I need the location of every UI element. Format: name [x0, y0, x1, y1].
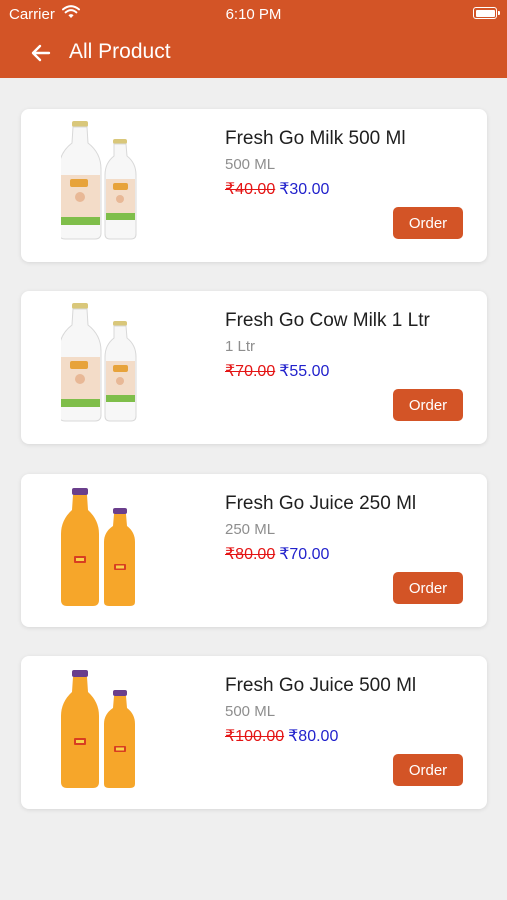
old-price: ₹40.00 [225, 181, 276, 198]
order-button[interactable]: Order [393, 572, 463, 604]
back-arrow-icon[interactable] [30, 42, 52, 64]
product-name: Fresh Go Cow Milk 1 Ltr [225, 310, 430, 331]
product-card[interactable]: Fresh Go Juice 250 Ml 250 ML ₹80.00 ₹70.0… [21, 474, 487, 627]
price: ₹70.00 [279, 546, 330, 563]
battery-icon [473, 7, 500, 19]
old-price: ₹100.00 [225, 728, 285, 745]
product-prices: ₹100.00 ₹80.00 [225, 726, 338, 746]
order-button[interactable]: Order [393, 207, 463, 239]
status-bar: Carrier 6:10 PM [0, 0, 507, 28]
order-button[interactable]: Order [393, 754, 463, 786]
old-price: ₹80.00 [225, 546, 276, 563]
product-card[interactable]: Fresh Go Milk 500 Ml 500 ML ₹40.00 ₹30.00… [21, 109, 487, 262]
product-quantity: 1 Ltr [225, 338, 256, 355]
page-title: All Product [69, 40, 171, 63]
app-bar: All Product [0, 28, 507, 78]
order-button[interactable]: Order [393, 389, 463, 421]
price: ₹80.00 [288, 728, 339, 745]
clock: 6:10 PM [225, 6, 282, 23]
product-name: Fresh Go Juice 500 Ml [225, 675, 417, 696]
milk-bottles-image [61, 121, 161, 246]
product-prices: ₹40.00 ₹30.00 [225, 179, 329, 199]
old-price: ₹70.00 [225, 363, 276, 380]
product-name: Fresh Go Juice 250 Ml [225, 493, 417, 514]
product-quantity: 250 ML [225, 521, 276, 538]
price: ₹30.00 [279, 181, 330, 198]
product-card[interactable]: Fresh Go Juice 500 Ml 500 ML ₹100.00 ₹80.… [21, 656, 487, 809]
product-name: Fresh Go Milk 500 Ml [225, 128, 406, 149]
product-prices: ₹80.00 ₹70.00 [225, 544, 329, 564]
juice-bottles-image [61, 668, 161, 793]
product-prices: ₹70.00 ₹55.00 [225, 361, 329, 381]
product-quantity: 500 ML [225, 156, 276, 173]
product-card[interactable]: Fresh Go Cow Milk 1 Ltr 1 Ltr ₹70.00 ₹55.… [21, 291, 487, 444]
price: ₹55.00 [279, 363, 330, 380]
product-quantity: 500 ML [225, 703, 276, 720]
juice-bottles-image [61, 486, 161, 611]
milk-bottles-image [61, 303, 161, 428]
